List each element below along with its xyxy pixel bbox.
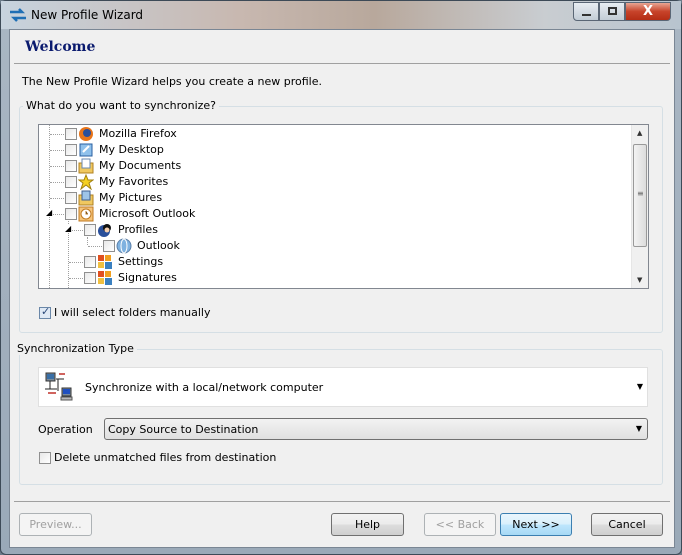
- tree-item[interactable]: My Documents: [39, 158, 629, 174]
- tree-item-label: Profiles: [118, 223, 158, 236]
- tree-item-checkbox[interactable]: [65, 128, 77, 140]
- firefox-icon: [79, 127, 93, 141]
- scroll-down-icon[interactable]: ▼: [637, 276, 642, 284]
- tree-item[interactable]: My Desktop: [39, 142, 629, 158]
- sync-type-group: Synchronization Type Synchronize with a …: [17, 342, 663, 485]
- sync-type-value: Synchronize with a local/network compute…: [85, 381, 324, 394]
- wizard-window: New Profile Wizard X Welcome The New Pro…: [0, 0, 682, 555]
- minimize-button[interactable]: [573, 2, 599, 21]
- tree-item-label: Mozilla Firefox: [99, 127, 177, 140]
- manual-select-label: I will select folders manually: [54, 306, 211, 319]
- tree-item-label: Settings: [118, 255, 164, 268]
- window-title: New Profile Wizard: [31, 8, 144, 22]
- tree-item-label: Outlook: [137, 239, 180, 252]
- outlook-clock-icon: [78, 206, 94, 222]
- profiles-icon: [98, 224, 111, 237]
- expand-arrow-icon[interactable]: ◢: [46, 208, 53, 217]
- tree-item-checkbox[interactable]: [84, 272, 96, 284]
- signatures-icon: [98, 271, 112, 285]
- tree-item-checkbox[interactable]: [103, 240, 115, 252]
- tree-item[interactable]: Settings: [39, 254, 629, 270]
- tree-item-checkbox[interactable]: [65, 192, 77, 204]
- scroll-thumb[interactable]: ≡: [633, 144, 647, 247]
- tree-item-checkbox[interactable]: [65, 176, 77, 188]
- tree-item-label: My Documents: [99, 159, 182, 172]
- group-legend: Synchronization Type: [17, 342, 137, 355]
- tree-item[interactable]: Mozilla Firefox: [39, 126, 629, 142]
- chevron-down-icon: ▼: [635, 424, 642, 433]
- footer-divider: [14, 501, 670, 502]
- tree-item[interactable]: My Pictures: [39, 190, 629, 206]
- network-computers-icon: [45, 372, 73, 401]
- back-button[interactable]: << Back: [424, 513, 496, 536]
- tree-item[interactable]: My Favorites: [39, 174, 629, 190]
- documents-icon: [78, 158, 94, 174]
- delete-unmatched-label: Delete unmatched files from destination: [54, 451, 277, 464]
- tree-item[interactable]: ◢ Profiles: [39, 222, 629, 238]
- wizard-content: Welcome The New Profile Wizard helps you…: [9, 29, 675, 548]
- settings-icon: [98, 255, 112, 269]
- tree-item[interactable]: ◢ Microsoft Outlook: [39, 206, 629, 222]
- preview-button[interactable]: Preview...: [19, 513, 92, 536]
- title-bar[interactable]: New Profile Wizard X: [1, 1, 681, 29]
- tree-item-checkbox[interactable]: [65, 160, 77, 172]
- help-button[interactable]: Help: [331, 513, 404, 536]
- description-text: The New Profile Wizard helps you create …: [22, 75, 322, 88]
- folder-tree[interactable]: Mozilla Firefox My Desktop My Documents My …: [38, 124, 649, 289]
- tree-item-checkbox[interactable]: [84, 256, 96, 268]
- tree-item[interactable]: Signatures: [39, 270, 629, 286]
- tree-item-label: My Desktop: [99, 143, 164, 156]
- sync-type-dropdown[interactable]: Synchronize with a local/network compute…: [38, 367, 648, 407]
- manual-select-checkbox[interactable]: ✓: [39, 305, 51, 319]
- next-button[interactable]: Next >>: [500, 513, 572, 536]
- delete-unmatched-checkbox[interactable]: [39, 452, 51, 464]
- close-button[interactable]: X: [625, 2, 671, 21]
- scroll-up-icon[interactable]: ▲: [637, 129, 642, 137]
- tree-item-label: My Favorites: [99, 175, 169, 188]
- expand-arrow-icon[interactable]: ◢: [65, 224, 72, 233]
- tree-item-label: My Pictures: [99, 191, 163, 204]
- pictures-icon: [78, 190, 94, 206]
- chevron-down-icon: ▼: [636, 382, 643, 391]
- sync-arrows-icon: [10, 8, 26, 22]
- cancel-button[interactable]: Cancel: [591, 513, 663, 536]
- group-legend: What do you want to synchronize?: [23, 99, 220, 112]
- desktop-icon: [79, 143, 93, 157]
- tree-item[interactable]: Outlook: [39, 238, 629, 254]
- globe-icon: [116, 238, 132, 254]
- operation-value: Copy Source to Destination: [108, 423, 259, 436]
- tree-item-checkbox[interactable]: [84, 224, 96, 236]
- tree-item-label: Microsoft Outlook: [99, 207, 196, 220]
- star-icon: [78, 174, 94, 190]
- tree-item-checkbox[interactable]: [65, 208, 77, 220]
- operation-label: Operation: [38, 423, 93, 436]
- tree-item-checkbox[interactable]: [65, 144, 77, 156]
- header-divider: [14, 63, 670, 64]
- sync-content-group: What do you want to synchronize? Mozilla…: [19, 99, 663, 333]
- page-title: Welcome: [25, 39, 96, 55]
- operation-select[interactable]: Copy Source to Destination ▼: [104, 418, 648, 440]
- tree-scrollbar[interactable]: ▲ ≡ ▼: [631, 125, 648, 288]
- tree-item-label: Signatures: [118, 271, 177, 284]
- maximize-button[interactable]: [599, 2, 625, 21]
